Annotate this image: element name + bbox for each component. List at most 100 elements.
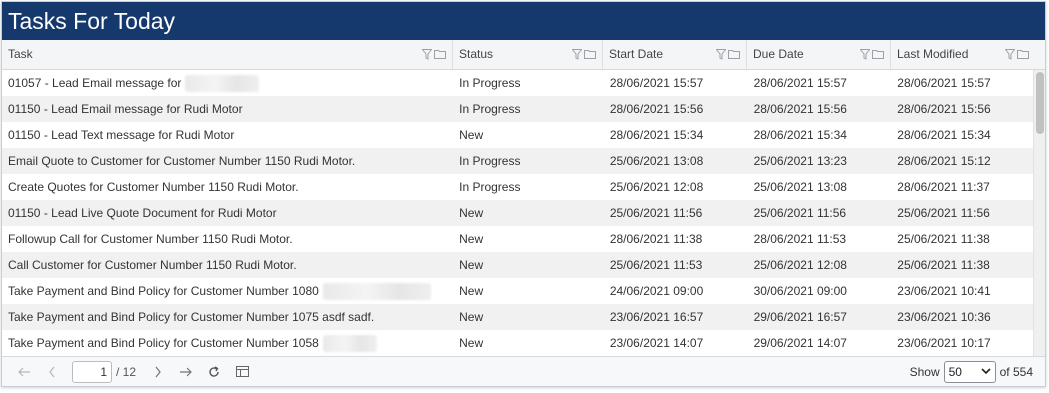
export-button[interactable] [230, 360, 254, 384]
task-cell[interactable]: 01150 - Lead Text message for Rudi Motor [2, 122, 452, 148]
task-cell[interactable]: Take Payment and Bind Policy for Custome… [8, 284, 319, 298]
filter-icon[interactable] [860, 49, 870, 60]
column-header-label: Last Modified [897, 47, 969, 61]
status-cell: New [459, 284, 484, 298]
last-modified-cell: 28/06/2021 15:57 [897, 76, 991, 90]
total-records: of 554 [999, 364, 1033, 379]
header-spacer [1035, 40, 1045, 69]
page-size-area: Show 50 of 554 [909, 360, 1033, 383]
table-row[interactable]: Followup Call for Customer Number 1150 R… [2, 226, 1033, 252]
start-date-cell: 28/06/2021 15:56 [609, 102, 704, 116]
task-cell[interactable]: Email Quote to Customer for Customer Num… [2, 148, 452, 174]
start-date-cell: 24/06/2021 09:00 [609, 284, 704, 298]
due-date-cell: 29/06/2021 14:07 [753, 336, 847, 350]
task-cell[interactable]: Take Payment and Bind Policy for Custome… [2, 304, 452, 330]
last-modified-cell: 28/06/2021 15:12 [897, 154, 991, 168]
last-modified-cell: 28/06/2021 15:34 [897, 128, 991, 142]
task-cell[interactable]: 01150 - Lead Email message for Rudi Moto… [2, 96, 452, 122]
tasks-panel: Tasks For Today Task Status Start Date D… [1, 1, 1046, 387]
folder-icon[interactable] [728, 49, 740, 59]
column-header-label: Status [459, 47, 494, 61]
last-modified-cell: 25/06/2021 11:56 [897, 206, 990, 220]
first-page-button[interactable] [12, 360, 36, 384]
start-date-cell: 23/06/2021 16:57 [609, 310, 704, 324]
column-header-label: Start Date [609, 47, 664, 61]
page-size-value: 50 [948, 364, 962, 379]
due-date-cell: 30/06/2021 09:00 [753, 284, 847, 298]
total-pages: / 12 [116, 364, 137, 379]
folder-icon[interactable] [1017, 49, 1029, 59]
due-date-cell: 29/06/2021 16:57 [753, 310, 847, 324]
column-header-status[interactable]: Status [453, 40, 603, 69]
table-row[interactable]: Call Customer for Customer Number 1150 R… [2, 252, 1033, 278]
scrollbar-thumb[interactable] [1036, 72, 1044, 134]
last-modified-cell: 25/06/2021 11:38 [897, 232, 990, 246]
filter-icon[interactable] [1005, 49, 1015, 60]
next-page-icon [155, 366, 161, 377]
start-date-cell: 25/06/2021 12:08 [609, 180, 704, 194]
due-date-cell: 28/06/2021 15:57 [753, 76, 847, 90]
status-cell: New [459, 310, 484, 324]
column-header-label: Due Date [753, 47, 804, 61]
filter-icon[interactable] [422, 49, 432, 60]
last-modified-cell: 25/06/2021 11:38 [897, 258, 990, 272]
last-modified-cell: 28/06/2021 11:37 [897, 180, 990, 194]
last-page-button[interactable] [174, 360, 198, 384]
refresh-button[interactable] [202, 360, 226, 384]
status-cell: New [459, 128, 484, 142]
table-row[interactable]: Take Payment and Bind Policy for Custome… [2, 304, 1033, 330]
task-cell[interactable]: 01057 - Lead Email message for [8, 76, 181, 90]
task-cell[interactable]: Call Customer for Customer Number 1150 R… [2, 252, 452, 278]
table-row[interactable]: 01150 - Lead Email message for Rudi Moto… [2, 96, 1033, 122]
table-row[interactable]: Email Quote to Customer for Customer Num… [2, 148, 1033, 174]
due-date-cell: 25/06/2021 11:56 [753, 206, 847, 220]
column-header-label: Task [8, 47, 33, 61]
due-date-cell: 28/06/2021 15:56 [753, 102, 847, 116]
previous-page-button[interactable] [40, 360, 64, 384]
start-date-cell: 28/06/2021 15:57 [609, 76, 704, 90]
due-date-cell: 25/06/2021 13:08 [753, 180, 847, 194]
filter-icon[interactable] [572, 49, 582, 60]
page-number-input[interactable] [72, 360, 112, 383]
column-header-start-date[interactable]: Start Date [603, 40, 747, 69]
status-cell: New [459, 258, 484, 272]
next-page-button[interactable] [146, 360, 170, 384]
page-size-select[interactable]: 50 [943, 360, 996, 383]
table-row[interactable]: 01150 - Lead Text message for Rudi Motor… [2, 122, 1033, 148]
table-row[interactable]: Take Payment and Bind Policy for Custome… [2, 330, 1033, 356]
due-date-cell: 25/06/2021 12:08 [753, 258, 847, 272]
column-header-last-modified[interactable]: Last Modified [891, 40, 1035, 69]
show-label: Show [909, 364, 940, 379]
due-date-cell: 28/06/2021 11:53 [753, 232, 847, 246]
status-cell: In Progress [459, 154, 521, 168]
table-row[interactable]: 01057 - Lead Email message for In Progre… [2, 70, 1033, 96]
folder-icon[interactable] [434, 49, 446, 59]
table-row[interactable]: 01150 - Lead Live Quote Document for Rud… [2, 200, 1033, 226]
table-row[interactable]: Create Quotes for Customer Number 1150 R… [2, 174, 1033, 200]
last-modified-cell: 23/06/2021 10:41 [897, 284, 991, 298]
previous-page-icon [49, 366, 55, 377]
vertical-scrollbar[interactable] [1033, 70, 1045, 357]
pager: / 12 Show 50 of 554 [2, 356, 1045, 386]
start-date-cell: 25/06/2021 13:08 [609, 154, 704, 168]
panel-title: Tasks For Today [2, 2, 1045, 40]
start-date-cell: 28/06/2021 11:38 [609, 232, 703, 246]
folder-icon[interactable] [584, 49, 596, 59]
status-cell: In Progress [459, 76, 521, 90]
task-cell[interactable]: 01150 - Lead Live Quote Document for Rud… [2, 200, 452, 226]
folder-icon[interactable] [872, 49, 884, 59]
column-header-due-date[interactable]: Due Date [747, 40, 891, 69]
task-cell[interactable]: Take Payment and Bind Policy for Custome… [8, 336, 319, 350]
last-page-icon [180, 367, 192, 376]
task-cell[interactable]: Followup Call for Customer Number 1150 R… [2, 226, 452, 252]
start-date-cell: 25/06/2021 11:56 [609, 206, 703, 220]
start-date-cell: 23/06/2021 14:07 [609, 336, 704, 350]
filter-icon[interactable] [716, 49, 726, 60]
table-row[interactable]: Take Payment and Bind Policy for Custome… [2, 278, 1033, 304]
redacted-text [322, 335, 377, 353]
grid-body: 01057 - Lead Email message for In Progre… [2, 70, 1045, 357]
last-modified-cell: 23/06/2021 10:17 [897, 336, 991, 350]
column-header-task[interactable]: Task [2, 40, 453, 69]
task-cell[interactable]: Create Quotes for Customer Number 1150 R… [2, 174, 452, 200]
start-date-cell: 28/06/2021 15:34 [609, 128, 704, 142]
